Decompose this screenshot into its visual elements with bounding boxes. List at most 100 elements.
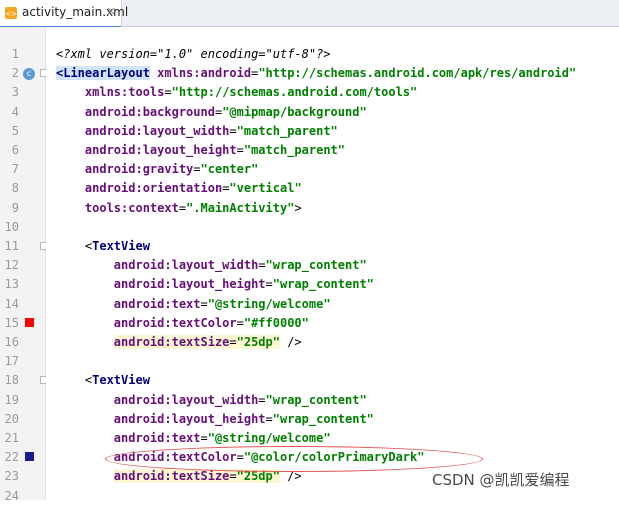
code-line[interactable]: <?xml version="1.0" encoding="utf-8"?> — [56, 45, 331, 64]
code-token: "center" — [200, 162, 259, 177]
tab-activity-main-xml[interactable]: <> activity_main.xml × — [0, 0, 128, 28]
code-line[interactable]: <TextView — [56, 237, 150, 256]
line-number: 22 — [4, 450, 19, 465]
code-editor[interactable]: <?xml version="1.0" encoding="utf-8"?> <L… — [46, 27, 619, 500]
code-token: ".MainActivity" — [186, 200, 295, 215]
code-token: "@string/welcome" — [207, 431, 331, 445]
code-token: > — [294, 200, 302, 215]
code-token: "wrap_content" — [272, 277, 374, 292]
code-line[interactable]: <LinearLayout xmlns:android="http://sche… — [56, 64, 576, 83]
code-token: TextView — [92, 373, 150, 388]
code-line[interactable]: android:textColor="#ff0000" — [56, 314, 309, 333]
code-token: "vertical" — [229, 181, 302, 196]
code-token: "@mipmap/background" — [222, 104, 367, 119]
line-number: 6 — [11, 143, 19, 157]
code-token: "match_parent" — [236, 123, 338, 138]
color-swatch-primary-dark-icon[interactable] — [25, 452, 34, 462]
code-token: android:layout_height — [113, 277, 266, 292]
code-token: TextView — [92, 239, 150, 253]
xml-file-icon: <> — [5, 7, 17, 19]
code-token: = — [164, 85, 172, 100]
code-token: "wrap_content" — [265, 392, 367, 407]
watermark: CSDN @凯凯爱编程 — [432, 471, 570, 489]
line-number: 3 — [11, 85, 19, 100]
code-token: = — [265, 411, 273, 426]
code-token: = — [178, 200, 187, 215]
code-line[interactable]: android:background="@mipmap/background" — [56, 103, 367, 122]
line-number: 8 — [11, 181, 19, 196]
code-token: "match_parent" — [243, 143, 346, 157]
line-number: 20 — [4, 411, 19, 426]
code-token: = — [229, 469, 237, 484]
line-number: 21 — [4, 431, 19, 445]
code-token: "wrap_content" — [265, 258, 367, 273]
line-number: 10 — [4, 219, 19, 234]
code-line[interactable]: android:layout_height="wrap_content" — [56, 410, 374, 429]
line-number: 4 — [11, 104, 19, 119]
line-number: 17 — [4, 354, 19, 369]
class-badge-icon[interactable]: c — [23, 68, 35, 81]
code-line[interactable]: android:layout_width="wrap_content" — [56, 256, 367, 275]
editor-tab-bar: <> activity_main.xml × — [0, 0, 619, 28]
code-token: <?xml version="1.0" encoding="utf-8"?> — [56, 47, 331, 61]
code-token: < — [56, 373, 93, 388]
line-number: 13 — [4, 277, 19, 292]
code-line[interactable]: android:textSize="25dp" /> — [56, 333, 302, 352]
line-number: 11 — [4, 239, 19, 253]
line-number: 5 — [11, 123, 19, 138]
code-token: android:layout_height — [113, 411, 266, 426]
code-line[interactable]: android:layout_width="wrap_content" — [56, 391, 367, 410]
code-token: xmlns:android — [157, 66, 252, 81]
code-token: "wrap_content" — [272, 411, 374, 426]
highlight-ellipse-annotation — [105, 446, 483, 472]
code-token: "#ff0000" — [243, 315, 309, 330]
code-token: android:layout_width — [84, 123, 230, 138]
line-number: 18 — [4, 373, 19, 388]
code-token: android:layout_width — [113, 392, 259, 407]
code-line[interactable]: tools:context=".MainActivity"> — [56, 199, 302, 218]
code-token: "25dp" — [236, 335, 280, 349]
line-number: 14 — [4, 296, 19, 311]
code-token: android:orientation — [84, 181, 223, 196]
code-line[interactable]: android:layout_width="match_parent" — [56, 122, 338, 141]
line-number: 12 — [4, 258, 19, 273]
code-token: = — [265, 277, 273, 292]
svg-text:<>: <> — [5, 10, 17, 18]
code-token: tools:context — [84, 200, 179, 215]
code-token: xmlns:tools — [84, 85, 165, 100]
code-token: android:textSize — [113, 469, 230, 484]
code-token: <LinearLayout — [56, 66, 150, 81]
code-line[interactable]: xmlns:tools="http://schemas.android.com/… — [56, 83, 417, 102]
code-token: = — [193, 162, 201, 177]
code-token: = — [236, 143, 244, 157]
code-line[interactable]: <TextView — [56, 371, 150, 390]
code-token: = — [258, 258, 266, 273]
line-number: 1 — [11, 47, 19, 61]
line-number: 15 — [4, 315, 19, 330]
code-line[interactable]: android:layout_height="wrap_content" — [56, 275, 374, 294]
line-number: 2 — [11, 66, 19, 81]
code-line[interactable]: android:orientation="vertical" — [56, 179, 302, 198]
code-token: < — [56, 239, 93, 253]
code-line[interactable]: android:gravity="center" — [56, 160, 258, 179]
line-number: 16 — [4, 335, 19, 349]
code-line[interactable]: android:text="@string/welcome" — [56, 295, 331, 314]
code-token: android:gravity — [84, 162, 194, 177]
color-swatch-red-icon[interactable] — [25, 317, 34, 327]
code-line[interactable]: android:layout_height="match_parent" — [56, 141, 345, 160]
line-number: 19 — [4, 392, 19, 407]
close-icon[interactable]: × — [106, 4, 116, 18]
code-token: = — [200, 296, 208, 311]
